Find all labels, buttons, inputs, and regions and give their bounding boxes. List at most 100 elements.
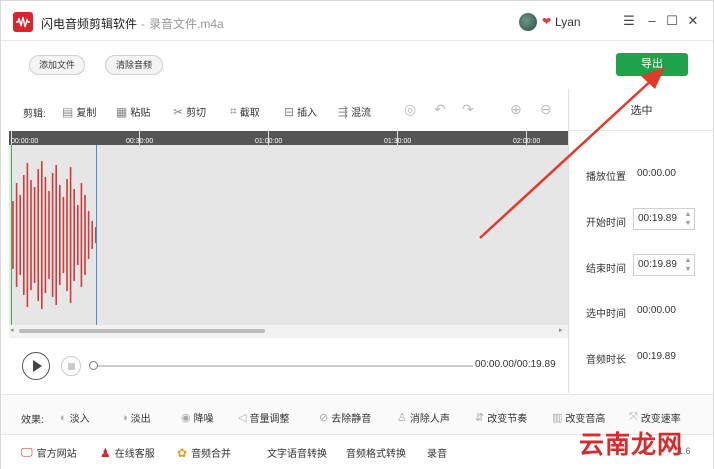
effects-label: 效果: <box>21 415 44 426</box>
format-label: 音频格式转换 <box>346 449 406 460</box>
scrollbar-thumb[interactable] <box>19 329 265 333</box>
add-file-button[interactable]: 添加文件 <box>29 55 85 75</box>
fade-out-label: 淡出 <box>130 414 151 425</box>
zoom-in-icon[interactable]: ⊕ <box>510 101 522 118</box>
cut-label: 剪切 <box>186 108 207 119</box>
selection-panel: 选中 播放位置 00:00.00 开始时间 00:19.89 ▲ ▼ 结束时间 … <box>568 89 714 393</box>
edit-label: 剪辑: <box>23 109 46 120</box>
support-label: 在线客服 <box>114 449 155 460</box>
decrement-icon[interactable]: ▼ <box>684 220 692 228</box>
format-convert-link[interactable]: 音频格式转换 <box>346 445 406 460</box>
playback-progress-track[interactable] <box>93 365 473 367</box>
increment-icon[interactable]: ▲ <box>684 257 692 265</box>
stop-button[interactable] <box>61 356 81 376</box>
copy-button[interactable]: ▤ 复制 <box>62 104 97 120</box>
end-time-field[interactable]: 00:19.89 ▲ ▼ <box>633 254 695 276</box>
insert-button[interactable]: ⊟ 插入 <box>284 104 318 120</box>
scroll-right-icon[interactable]: ▸ <box>559 326 563 334</box>
remove-vocals-label: 消除人声 <box>409 414 450 425</box>
edit-toolbar: 剪辑: ▤ 复制 ▦ 粘贴 ✂ 剪切 ⌗ 截取 ⊟ 插入 ⇶ 混流 <box>1 89 568 131</box>
crop-button[interactable]: ⌗ 截取 <box>230 104 260 119</box>
website-label: 官方网站 <box>36 449 77 460</box>
crop-label: 截取 <box>239 108 260 119</box>
watermark: 云南龙网 <box>579 430 684 459</box>
title-bar: 闪电音频剪辑软件 - 录音文件.m4a ❤ Lyan ☰ – ☐ ✕ <box>1 1 713 41</box>
zoom-out-icon[interactable]: ⊖ <box>540 101 552 118</box>
duration-value: 00:19.89 <box>637 351 676 362</box>
waveform <box>12 161 97 309</box>
app-window: 闪电音频剪辑软件 - 录音文件.m4a ❤ Lyan ☰ – ☐ ✕ 添加文件 清除… <box>0 0 714 469</box>
ruler-label: 00:00:00 <box>11 138 39 145</box>
selection-start-marker[interactable] <box>11 145 12 325</box>
paste-icon: ▦ <box>116 104 128 119</box>
pitch-icon: ▥ <box>552 412 563 424</box>
scissors-icon: ✂ <box>173 104 184 119</box>
remove-silence-label: 去除静音 <box>331 414 372 425</box>
noise-reduction-button[interactable]: ◉ 降噪 <box>181 410 214 425</box>
minimize-icon[interactable]: – <box>644 13 660 29</box>
remove-silence-button[interactable]: ⊘ 去除静音 <box>319 410 371 425</box>
online-support-link[interactable]: ♟ 在线客服 <box>100 445 155 461</box>
timeline-ruler[interactable]: 00:00:00 00:30:00 01:00:00 01:30:00 02:0… <box>9 131 568 145</box>
change-pitch-button[interactable]: ▥ 改变音高 <box>552 410 605 425</box>
menu-icon[interactable]: ☰ <box>621 13 637 29</box>
file-name: 录音文件.m4a <box>149 17 224 31</box>
volume-label: 音量调整 <box>249 414 290 425</box>
monitor-icon: 🖵 <box>21 445 33 459</box>
decrement-icon[interactable]: ▼ <box>684 266 692 274</box>
play-button[interactable] <box>22 352 50 380</box>
change-tempo-label: 改变节奏 <box>487 414 528 425</box>
avatar[interactable] <box>519 13 537 31</box>
selected-time-value: 00:00.00 <box>637 305 676 316</box>
export-button[interactable]: 导出 <box>616 53 688 76</box>
insert-label: 插入 <box>297 108 318 119</box>
duration-label: 音频时长 <box>586 355 626 366</box>
fade-in-button[interactable]: ◐ 淡入 <box>60 410 90 426</box>
playback-bar: 00:00.00/00:19.89 <box>9 337 568 393</box>
record-link[interactable]: 录音 <box>427 445 447 460</box>
increment-icon[interactable]: ▲ <box>684 211 692 219</box>
end-time-value: 00:19.89 <box>638 259 677 270</box>
change-speed-button[interactable]: ⤧ 改变速率 <box>629 410 681 425</box>
scroll-left-icon[interactable]: ◂ <box>10 326 14 334</box>
copy-label: 复制 <box>76 108 97 119</box>
cut-button[interactable]: ✂ 剪切 <box>173 104 207 120</box>
selection-end-marker[interactable] <box>96 145 97 325</box>
support-icon: ♟ <box>100 445 111 460</box>
text-to-speech-link[interactable]: 文字语音转换 <box>267 445 327 460</box>
redo-icon[interactable]: ↷ <box>462 101 474 118</box>
change-tempo-button[interactable]: ⇵ 改变节奏 <box>475 410 527 425</box>
paste-label: 粘贴 <box>130 108 151 119</box>
insert-icon: ⊟ <box>284 104 295 119</box>
ruler-label: 01:00:00 <box>255 138 283 145</box>
speed-icon: ⤧ <box>629 411 638 423</box>
clear-audio-button[interactable]: 清除音频 <box>105 55 163 75</box>
title-separator: - <box>141 17 146 31</box>
official-website-link[interactable]: 🖵 官方网站 <box>21 445 77 460</box>
audio-merge-link[interactable]: ✿ 音频合并 <box>177 445 231 461</box>
playback-timecode: 00:00.00/00:19.89 <box>475 359 556 370</box>
playback-progress-knob[interactable] <box>89 361 98 370</box>
start-time-field[interactable]: 00:19.89 ▲ ▼ <box>633 208 695 230</box>
fade-out-button[interactable]: ◑ 淡出 <box>121 410 151 426</box>
user-name[interactable]: Lyan <box>555 15 581 29</box>
ruler-label: 01:30:00 <box>384 138 412 145</box>
maximize-icon[interactable]: ☐ <box>664 13 680 29</box>
crop-icon: ⌗ <box>230 104 237 118</box>
noise-reduction-label: 降噪 <box>193 414 214 425</box>
app-logo-icon <box>13 12 33 32</box>
end-time-label: 结束时间 <box>586 264 626 275</box>
loop-icon[interactable]: ◎ <box>404 101 416 118</box>
volume-button[interactable]: ◁ 音量调整 <box>238 410 289 425</box>
paste-button[interactable]: ▦ 粘贴 <box>116 104 151 120</box>
horizontal-scrollbar[interactable]: ◂ ▸ <box>9 325 568 337</box>
app-name: 闪电音频剪辑软件 <box>41 17 138 31</box>
play-position-label: 播放位置 <box>586 172 626 183</box>
remove-vocals-button[interactable]: ♙ 消除人声 <box>397 410 450 425</box>
close-icon[interactable]: ✕ <box>685 13 701 29</box>
fade-in-icon: ◐ <box>60 411 67 424</box>
volume-icon: ◁ <box>238 412 247 424</box>
ruler-label: 00:30:00 <box>126 138 154 145</box>
mix-button[interactable]: ⇶ 混流 <box>338 104 371 120</box>
undo-icon[interactable]: ↶ <box>434 101 446 118</box>
